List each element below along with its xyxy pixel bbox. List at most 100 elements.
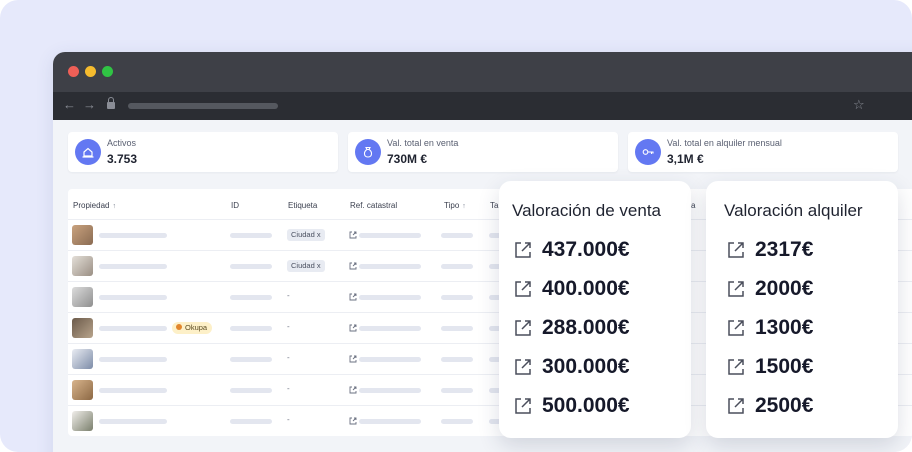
valoracion-alquiler-value: 2317€ <box>755 238 814 261</box>
external-link-icon[interactable] <box>349 417 357 425</box>
tipo-placeholder <box>441 419 473 424</box>
valoracion-alquiler-item[interactable]: 1300€ <box>727 316 887 340</box>
external-link-icon[interactable] <box>727 280 745 298</box>
column-header-etiqueta[interactable]: Etiqueta <box>288 201 317 210</box>
ref-placeholder <box>359 264 421 269</box>
ref-placeholder <box>359 388 421 393</box>
valoracion-venta-card: Valoración de venta 437.000€ 400.000€ 28… <box>499 181 691 438</box>
stat-value: 3,1M € <box>667 152 704 166</box>
valoracion-alquiler-title: Valoración alquiler <box>724 201 863 220</box>
forward-arrow-icon[interactable]: → <box>83 97 96 113</box>
valoracion-alquiler-item[interactable]: 1500€ <box>727 355 887 379</box>
external-link-icon[interactable] <box>727 358 745 376</box>
property-photo <box>72 287 93 307</box>
close-window-button[interactable] <box>68 66 79 77</box>
promo-canvas: ← → ☆ Activos 3.753 Val. total en venta … <box>0 0 912 452</box>
address-bar: ← → ☆ <box>53 92 912 120</box>
external-link-icon[interactable] <box>514 241 532 259</box>
valoracion-venta-item[interactable]: 300.000€ <box>514 355 684 379</box>
name-placeholder <box>99 295 167 300</box>
valoracion-venta-item[interactable]: 400.000€ <box>514 277 684 301</box>
name-placeholder <box>99 419 167 424</box>
valoracion-alquiler-value: 2500€ <box>755 394 814 417</box>
name-placeholder <box>99 326 167 331</box>
valoracion-venta-value: 400.000€ <box>542 277 630 300</box>
tipo-placeholder <box>441 326 473 331</box>
url-field[interactable] <box>128 103 278 109</box>
property-photo <box>72 225 93 245</box>
stat-label: Val. total en venta <box>387 138 459 148</box>
ref-placeholder <box>359 295 421 300</box>
back-arrow-icon[interactable]: ← <box>63 97 76 113</box>
valoracion-alquiler-item[interactable]: 2000€ <box>727 277 887 301</box>
valoracion-alquiler-value: 2000€ <box>755 277 814 300</box>
tipo-placeholder <box>441 357 473 362</box>
name-placeholder <box>99 388 167 393</box>
column-header-tipo[interactable]: Tipo ↑ <box>444 201 466 210</box>
property-photo <box>72 256 93 276</box>
valoracion-venta-item[interactable]: 500.000€ <box>514 394 684 418</box>
id-placeholder <box>230 233 272 238</box>
valoracion-alquiler-item[interactable]: 2500€ <box>727 394 887 418</box>
property-photo <box>72 411 93 431</box>
tipo-placeholder <box>441 388 473 393</box>
tag-chip[interactable]: Ciudad x <box>287 260 325 272</box>
tag-chip[interactable]: Ciudad x <box>287 229 325 241</box>
maximize-window-button[interactable] <box>102 66 113 77</box>
external-link-icon[interactable] <box>349 262 357 270</box>
external-link-icon[interactable] <box>727 397 745 415</box>
okupa-badge: Okupa <box>172 322 213 334</box>
column-header-a[interactable]: a <box>691 201 695 210</box>
external-link-icon[interactable] <box>349 324 357 332</box>
property-photo <box>72 318 93 338</box>
external-link-icon[interactable] <box>349 355 357 363</box>
valoracion-alquiler-value: 1500€ <box>755 355 814 378</box>
valoracion-venta-title: Valoración de venta <box>512 201 662 220</box>
tipo-placeholder <box>441 295 473 300</box>
name-placeholder <box>99 233 167 238</box>
house-hand-icon <box>75 139 101 165</box>
external-link-icon[interactable] <box>349 293 357 301</box>
lock-icon <box>107 97 115 109</box>
tag-empty: - <box>287 353 290 362</box>
warning-dot-icon <box>176 324 182 330</box>
external-link-icon[interactable] <box>514 319 532 337</box>
external-link-icon[interactable] <box>514 358 532 376</box>
stat-value: 3.753 <box>107 152 138 166</box>
property-photo <box>72 380 93 400</box>
external-link-icon[interactable] <box>514 280 532 298</box>
stat-label: Activos <box>107 138 137 148</box>
valoracion-alquiler-card: Valoración alquiler 2317€ 2000€ 1300€ 15… <box>706 181 898 438</box>
bookmark-star-icon[interactable]: ☆ <box>853 97 865 113</box>
column-header-ref-catastral[interactable]: Ref. catastral <box>350 201 397 210</box>
name-placeholder <box>99 357 167 362</box>
sort-arrow-icon: ↑ <box>462 203 466 210</box>
valoracion-venta-value: 300.000€ <box>542 355 630 378</box>
id-placeholder <box>230 326 272 331</box>
sort-arrow-icon: ↑ <box>112 203 116 210</box>
stat-card-alquiler: Val. total en alquiler mensual 3,1M € <box>628 132 898 172</box>
money-bag-icon <box>355 139 381 165</box>
column-header-id[interactable]: ID <box>231 201 239 210</box>
ref-placeholder <box>359 357 421 362</box>
key-icon <box>635 139 661 165</box>
external-link-icon[interactable] <box>727 241 745 259</box>
column-header-ta[interactable]: Ta <box>490 201 498 210</box>
valoracion-alquiler-item[interactable]: 2317€ <box>727 238 887 262</box>
column-header-propiedad[interactable]: Propiedad ↑ <box>73 201 116 210</box>
external-link-icon[interactable] <box>349 231 357 239</box>
ref-placeholder <box>359 419 421 424</box>
id-placeholder <box>230 295 272 300</box>
stat-card-activos: Activos 3.753 <box>68 132 338 172</box>
id-placeholder <box>230 264 272 269</box>
id-placeholder <box>230 357 272 362</box>
external-link-icon[interactable] <box>514 397 532 415</box>
minimize-window-button[interactable] <box>85 66 96 77</box>
tipo-placeholder <box>441 233 473 238</box>
valoracion-venta-item[interactable]: 437.000€ <box>514 238 684 262</box>
valoracion-venta-item[interactable]: 288.000€ <box>514 316 684 340</box>
external-link-icon[interactable] <box>727 319 745 337</box>
valoracion-venta-value: 437.000€ <box>542 238 630 261</box>
external-link-icon[interactable] <box>349 386 357 394</box>
valoracion-alquiler-value: 1300€ <box>755 316 814 339</box>
